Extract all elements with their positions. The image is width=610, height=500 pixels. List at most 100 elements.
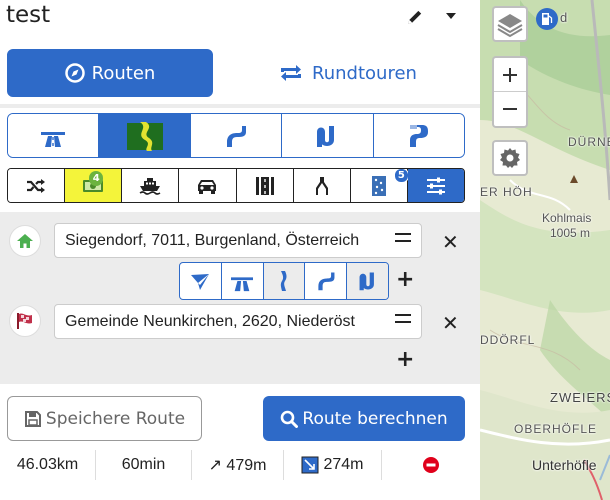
zoom-control xyxy=(492,56,528,128)
end-address-value: Gemeinde Neunkirchen, 2620, Niederöst xyxy=(65,312,355,330)
map-label-zweiers: ZWEIERS xyxy=(550,390,610,405)
start-address-value: Siegendorf, 7011, Burgenland, Österreich xyxy=(65,231,360,249)
curvy-road-icon xyxy=(126,121,163,151)
start-marker xyxy=(9,225,41,257)
save-route-button[interactable]: Speichere Route xyxy=(7,396,202,441)
remove-start-button[interactable]: ✕ xyxy=(442,230,459,254)
curve-2-icon xyxy=(317,125,335,147)
route-title: test xyxy=(6,2,51,28)
tunnel-icon xyxy=(255,176,274,195)
option-unpaved[interactable]: 5 xyxy=(350,169,409,202)
via-option-curve[interactable] xyxy=(305,263,348,299)
road-type-curve-3[interactable] xyxy=(373,114,464,157)
routes-tab[interactable]: Routen xyxy=(7,49,213,97)
via-option-plane[interactable] xyxy=(180,263,222,299)
zoom-in-button[interactable] xyxy=(494,58,526,92)
map-label-unterhoefle: Unterhöfle xyxy=(532,457,597,473)
descent-stat: 274m xyxy=(284,450,382,480)
map-label-oberhoefle: OBERHÖFLE xyxy=(514,422,598,436)
route-stats: 46.03km 60min ↗ 479m 274m xyxy=(0,450,480,480)
road-type-curvy[interactable] xyxy=(99,114,191,157)
retweet-icon xyxy=(281,65,302,81)
via-option-motorway[interactable] xyxy=(222,263,264,299)
map-view[interactable]: d DÜRNE ER HÖH Kohlmais 1005 m DDÖRFL ZW… xyxy=(480,0,610,500)
curve-1-icon xyxy=(227,125,247,147)
road-type-curve-2[interactable] xyxy=(282,114,374,157)
calculate-route-label: Route berechnen xyxy=(302,408,448,429)
option-narrow-road[interactable] xyxy=(293,169,351,202)
car-icon xyxy=(198,179,217,194)
roundtrip-tab[interactable]: Rundtouren xyxy=(232,49,462,97)
road-type-selector xyxy=(7,113,465,158)
floppy-icon xyxy=(24,410,41,427)
option-settings[interactable] xyxy=(407,169,464,202)
straight-road-icon xyxy=(280,271,287,291)
toll-count-badge: 4 xyxy=(89,171,104,186)
flag-icon xyxy=(17,313,32,329)
road-type-curve-1[interactable] xyxy=(190,114,283,157)
via-option-straight[interactable] xyxy=(263,263,306,299)
map-label-durnes: DÜRNE xyxy=(568,135,610,149)
option-toll[interactable]: 4 xyxy=(65,169,123,202)
motorway-icon xyxy=(231,277,254,292)
layers-icon xyxy=(497,14,523,38)
plane-icon xyxy=(191,274,210,290)
divider xyxy=(0,104,480,108)
map-settings-button[interactable] xyxy=(492,140,528,176)
routes-tab-label: Routen xyxy=(91,62,156,84)
plus-icon xyxy=(503,67,517,82)
add-via-button[interactable]: + xyxy=(396,267,414,292)
clear-route-button[interactable] xyxy=(382,450,480,480)
compass-icon xyxy=(64,63,85,83)
map-label-kohlmais: Kohlmais xyxy=(542,211,592,225)
gravel-road-icon xyxy=(371,175,386,196)
calculate-route-button[interactable]: Route berechnen xyxy=(263,396,465,441)
duration-stat: 60min xyxy=(96,450,192,480)
map-label-kohlmais-elevation: 1005 m xyxy=(550,226,591,240)
motorway-icon xyxy=(41,131,66,147)
ascent-stat: ↗ 479m xyxy=(192,450,284,480)
shuffle-icon xyxy=(27,178,46,193)
gear-icon xyxy=(500,148,520,168)
road-type-motorway[interactable] xyxy=(8,114,100,157)
drag-handle-icon[interactable] xyxy=(395,233,411,247)
descent-value: 274m xyxy=(323,456,364,473)
chevron-down-icon[interactable] xyxy=(446,13,456,19)
unpaved-count-badge: 5 xyxy=(393,169,409,183)
remove-end-button[interactable]: ✕ xyxy=(442,311,459,335)
add-waypoint-button[interactable]: + xyxy=(396,347,414,372)
via-road-type-selector xyxy=(179,262,389,300)
narrow-road-icon xyxy=(315,176,328,195)
start-address-input[interactable]: Siegendorf, 7011, Burgenland, Österreich xyxy=(54,223,422,258)
option-tunnel[interactable] xyxy=(236,169,294,202)
route-panel: test Routen Rundtouren 4 5 Siegendorf, 7… xyxy=(0,0,480,500)
ship-icon xyxy=(139,177,161,195)
minus-icon xyxy=(503,108,517,110)
option-car[interactable] xyxy=(179,169,237,202)
option-ferry[interactable] xyxy=(122,169,180,202)
option-shuffle[interactable] xyxy=(8,169,66,202)
curve-1-icon xyxy=(318,272,335,291)
route-options: 4 5 xyxy=(7,168,465,203)
curve-3-icon xyxy=(409,124,428,147)
map-label-doerfl: DDÖRFL xyxy=(480,333,536,347)
fuel-station-icon xyxy=(536,8,558,30)
distance-stat: 46.03km xyxy=(0,450,96,480)
map-label-hoeh: ER HÖH xyxy=(480,185,533,199)
descent-icon xyxy=(301,456,319,474)
layers-button[interactable] xyxy=(492,6,528,42)
zoom-out-button[interactable] xyxy=(494,92,526,126)
save-route-label: Speichere Route xyxy=(45,408,186,429)
end-address-input[interactable]: Gemeinde Neunkirchen, 2620, Niederöst xyxy=(54,304,422,339)
via-option-curvy[interactable] xyxy=(347,263,388,299)
end-marker xyxy=(9,305,41,337)
curve-2-icon xyxy=(359,272,374,291)
map-label-top: d xyxy=(560,10,568,25)
search-icon xyxy=(281,410,299,428)
minus-circle-icon xyxy=(423,457,439,473)
sliders-icon xyxy=(426,177,445,194)
drag-handle-icon[interactable] xyxy=(395,314,411,328)
pencil-icon[interactable] xyxy=(406,8,424,26)
home-icon xyxy=(17,234,33,248)
roundtrip-tab-label: Rundtouren xyxy=(312,62,417,84)
